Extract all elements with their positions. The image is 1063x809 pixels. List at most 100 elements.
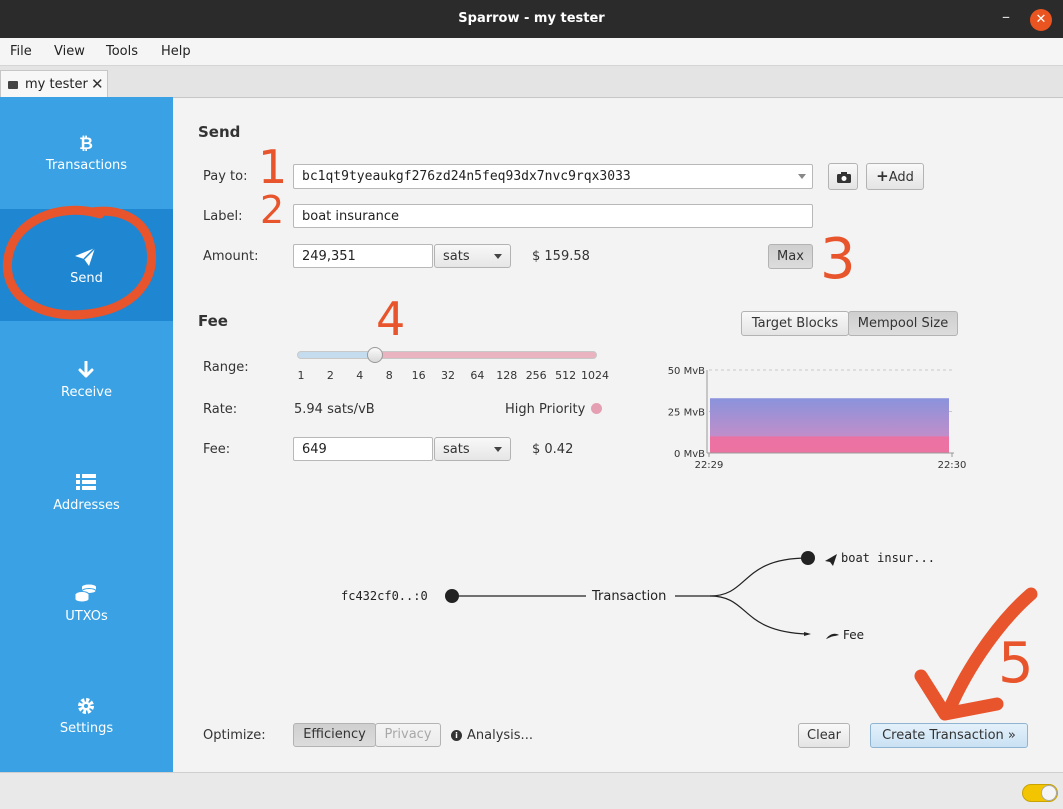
annotation-2: 2 xyxy=(260,188,285,232)
amount-fiat: $ 159.58 xyxy=(532,249,590,264)
fee-unit-value: sats xyxy=(443,442,470,457)
fee-range-slider-thumb[interactable] xyxy=(367,347,383,363)
fee-range-slider-track[interactable] xyxy=(297,351,597,359)
fee-unit-select[interactable]: sats xyxy=(434,437,511,461)
rate-value: 5.94 sats/vB xyxy=(294,402,375,417)
menu-file[interactable]: File xyxy=(10,44,32,59)
close-button[interactable]: ✕ xyxy=(1030,9,1052,31)
tab-close-icon[interactable]: ✕ xyxy=(91,75,104,93)
sidebar-item-settings[interactable]: Settings xyxy=(0,657,173,769)
annotation-1: 1 xyxy=(258,140,288,194)
annotation-3: 3 xyxy=(820,227,856,292)
analysis-link[interactable]: Analysis... xyxy=(467,728,533,743)
tab-bar: my tester ✕ xyxy=(0,66,1063,98)
chevron-down-icon xyxy=(494,447,502,452)
input-utxo-label[interactable]: fc432cf0..:0 xyxy=(341,589,428,603)
amount-unit-value: sats xyxy=(443,249,470,264)
fee-arrow-icon xyxy=(804,632,811,636)
gear-icon xyxy=(78,698,94,714)
bitcoin-icon: ₿ xyxy=(79,134,93,152)
sidebar-item-addresses[interactable]: Addresses xyxy=(0,433,173,545)
range-tick-label: 2 xyxy=(326,369,334,382)
status-bar xyxy=(0,772,1063,809)
payment-output-label[interactable]: boat insur... xyxy=(841,551,935,565)
pay-to-input[interactable]: bc1qt9tyeaukgf276zd24n5feq93dx7nvc9rqx30… xyxy=(293,164,813,189)
range-tick-label: 64 xyxy=(470,369,485,382)
pay-to-value: bc1qt9tyeaukgf276zd24n5feq93dx7nvc9rqx30… xyxy=(302,169,631,184)
fee-leaf-icon xyxy=(826,633,839,639)
add-button-label: Add xyxy=(888,170,914,185)
input-node[interactable] xyxy=(445,589,459,603)
mempool-size-toggle[interactable]: Mempool Size xyxy=(848,311,958,336)
range-tick-label: 16 xyxy=(411,369,426,382)
sidebar-item-transactions[interactable]: ₿ Transactions xyxy=(0,97,173,209)
chevron-down-icon[interactable] xyxy=(798,174,806,179)
fee-input[interactable]: 649 xyxy=(293,437,433,461)
amount-label: Amount: xyxy=(203,249,259,264)
minimize-button[interactable]: – xyxy=(1002,7,1018,29)
optimize-label: Optimize: xyxy=(203,728,266,743)
sidebar-item-utxos[interactable]: UTXOs xyxy=(0,545,173,657)
menu-tools[interactable]: Tools xyxy=(106,44,138,59)
scan-qr-button[interactable] xyxy=(828,163,858,190)
list-icon xyxy=(76,474,96,490)
chart-y-tick-label: 50 MvB xyxy=(668,366,705,377)
range-tick-label: 512 xyxy=(555,369,577,382)
range-tick-label: 4 xyxy=(356,369,364,382)
fee-output-line xyxy=(709,595,809,635)
payment-output-line xyxy=(709,557,809,597)
tab-my-tester[interactable]: my tester ✕ xyxy=(0,70,108,98)
annotation-circle xyxy=(2,205,156,320)
menu-bar: File View Tools Help xyxy=(0,38,1063,66)
menu-view[interactable]: View xyxy=(54,44,85,59)
range-tick-label: 128 xyxy=(496,369,518,382)
mempool-chart: 50 MvB 25 MvB 0 MvB22:29 22:30 xyxy=(668,366,967,471)
chart-y-tick-label: 25 MvB xyxy=(668,408,705,419)
range-tick-label: 1024 xyxy=(581,369,609,382)
sidebar: ₿ Transactions Send Receive Addresses UT… xyxy=(0,97,173,772)
priority-label: High Priority xyxy=(505,402,586,417)
fee-output-label: Fee xyxy=(843,628,865,642)
menu-help[interactable]: Help xyxy=(161,44,191,59)
range-tick-label: 256 xyxy=(525,369,547,382)
annotation-arrow xyxy=(914,587,1038,721)
payment-output-node[interactable] xyxy=(801,551,815,565)
priority-dot-icon xyxy=(591,403,602,414)
clear-button[interactable]: Clear xyxy=(798,723,850,748)
privacy-toggle[interactable]: Privacy xyxy=(375,723,441,747)
chart-area-series-lower xyxy=(710,436,949,453)
title-bar: Sparrow - my tester – ✕ xyxy=(0,0,1063,38)
amount-unit-select[interactable]: sats xyxy=(434,244,511,268)
fee-label: Fee: xyxy=(203,442,231,457)
range-label: Range: xyxy=(203,360,249,375)
chart-x-tick-label: 22:29 xyxy=(695,460,724,471)
range-tick-label: 8 xyxy=(385,369,393,382)
range-tick-label: 1 xyxy=(297,369,305,382)
sidebar-item-label: Receive xyxy=(61,385,112,400)
target-blocks-toggle[interactable]: Target Blocks xyxy=(741,311,849,336)
transaction-label: Transaction xyxy=(592,589,667,604)
online-toggle[interactable] xyxy=(1022,784,1058,802)
sidebar-item-label: Transactions xyxy=(45,158,128,173)
annotation-5: 5 xyxy=(998,631,1034,696)
sidebar-item-receive[interactable]: Receive xyxy=(0,321,173,433)
add-recipient-button[interactable]: +Add xyxy=(866,163,924,190)
amount-input[interactable]: 249,351 xyxy=(293,244,433,268)
chart-x-tick-label: 22:30 xyxy=(938,460,967,471)
chevron-down-icon xyxy=(494,254,502,259)
label-input[interactable]: boat insurance xyxy=(293,204,813,228)
toggle-knob xyxy=(1041,785,1057,801)
camera-icon xyxy=(837,172,851,183)
plus-icon: + xyxy=(876,167,889,185)
annotation-4: 4 xyxy=(376,292,406,346)
coins-icon xyxy=(75,584,97,602)
efficiency-toggle[interactable]: Efficiency xyxy=(293,723,376,747)
fee-heading: Fee xyxy=(198,312,228,330)
sidebar-item-label: Settings xyxy=(59,721,114,736)
range-tick-label: 32 xyxy=(441,369,455,382)
send-heading: Send xyxy=(198,123,241,141)
max-button[interactable]: Max xyxy=(768,244,813,269)
paper-plane-icon xyxy=(825,554,837,566)
tab-label: my tester xyxy=(25,77,88,92)
pay-to-label: Pay to: xyxy=(203,169,248,184)
